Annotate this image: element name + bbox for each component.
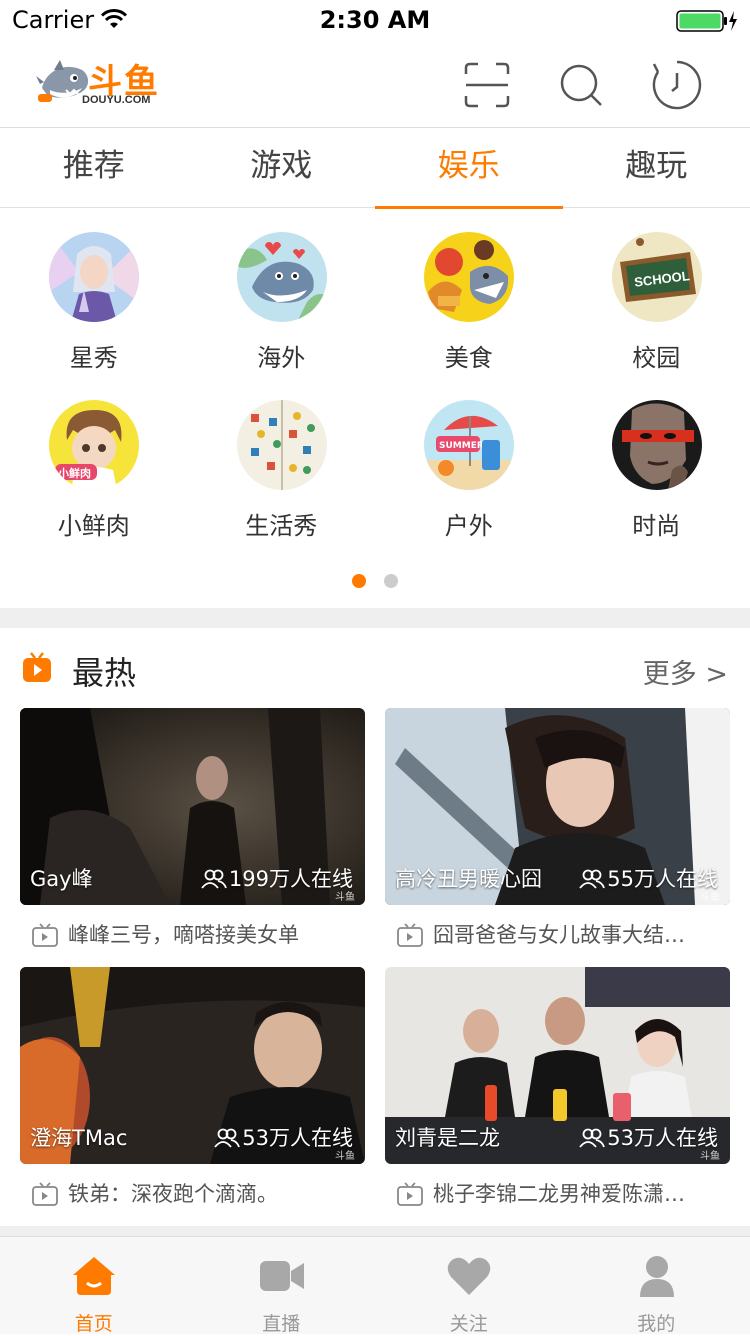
tv-icon (22, 652, 52, 684)
room-thumbnail[interactable]: 高冷丑男暖心囧 55万人在线 斗鱼 (385, 708, 730, 905)
room-thumbnail[interactable]: 刘青是二龙 53万人在线 斗鱼 (385, 967, 730, 1164)
category-label: 海外 (188, 338, 376, 373)
watermark: 斗鱼 (700, 888, 720, 903)
more-link[interactable]: 更多 > (643, 652, 728, 691)
summer-art-text: SUMMER (439, 441, 484, 451)
category-overseas[interactable]: 海外 (188, 232, 376, 382)
anchor-name: 澄海TMac (30, 1122, 127, 1152)
category-avatar (237, 400, 327, 490)
logo-domain: DOUYU.COM (82, 94, 150, 106)
people-icon (214, 1128, 240, 1148)
category-xiaoxianrou[interactable]: 小鲜肉 小鲜肉 (0, 400, 188, 550)
online-count: 199万人在线 (201, 863, 353, 893)
tv-outline-icon (32, 1182, 58, 1206)
category-food[interactable]: 美食 (375, 232, 563, 382)
scan-icon[interactable] (462, 60, 512, 110)
page-dot-active[interactable] (352, 574, 366, 588)
people-icon (579, 869, 605, 889)
category-avatar (237, 232, 327, 322)
user-icon (634, 1255, 680, 1297)
category-campus[interactable]: SCHOOL 校园 (563, 232, 750, 382)
online-count: 53万人在线 (579, 1122, 718, 1152)
category-outdoor[interactable]: SUMMER 户外 (375, 400, 563, 550)
room-title: 峰峰三号，嘀嗒接美女单 (32, 919, 362, 949)
anchor-name: 高冷丑男暖心囧 (395, 863, 542, 893)
room-title-text: 桃子李锦二龙男神爱陈潇… (433, 1182, 685, 1206)
tabbar-label: 首页 (0, 1309, 188, 1336)
section-divider (0, 1226, 750, 1236)
category-lifeshow[interactable]: 生活秀 (188, 400, 376, 550)
history-icon[interactable] (652, 60, 702, 110)
people-icon (201, 869, 227, 889)
battery-icon (676, 9, 738, 33)
bottom-tab-bar: 首页 直播 关注 我的 (0, 1236, 750, 1334)
online-count: 53万人在线 (214, 1122, 353, 1152)
room-title: 桃子李锦二龙男神爱陈潇… (397, 1178, 727, 1208)
category-avatar (612, 400, 702, 490)
heart-icon (446, 1255, 492, 1297)
tab-fun[interactable]: 趣玩 (563, 128, 750, 208)
watermark: 斗鱼 (335, 888, 355, 903)
category-avatar: SCHOOL (612, 232, 702, 322)
section-divider (0, 608, 750, 628)
tab-games[interactable]: 游戏 (188, 128, 376, 208)
online-count: 55万人在线 (579, 863, 718, 893)
category-tabs: 推荐 游戏 娱乐 趣玩 (0, 128, 750, 208)
room-title-text: 铁弟：深夜跑个滴滴。 (68, 1182, 278, 1206)
tv-outline-icon (397, 923, 423, 947)
category-label: 生活秀 (188, 506, 376, 541)
tabbar-home[interactable]: 首页 (0, 1237, 188, 1335)
anchor-name: Gay峰 (30, 863, 93, 893)
room-thumbnail[interactable]: Gay峰 199万人在线 斗鱼 (20, 708, 365, 905)
tabbar-live[interactable]: 直播 (188, 1237, 376, 1335)
tabbar-label: 直播 (188, 1309, 376, 1336)
category-fashion[interactable]: 时尚 (563, 400, 750, 550)
tab-recommend[interactable]: 推荐 (0, 128, 188, 208)
nav-bar: 斗鱼 DOUYU.COM (0, 40, 750, 128)
category-xingxiu[interactable]: 星秀 (0, 232, 188, 382)
page-dot[interactable] (384, 574, 398, 588)
tabbar-label: 我的 (563, 1309, 750, 1336)
room-title: 铁弟：深夜跑个滴滴。 (32, 1178, 362, 1208)
search-icon[interactable] (556, 60, 606, 110)
category-avatar: 小鲜肉 (49, 400, 139, 490)
room-thumbnail[interactable]: 澄海TMac 53万人在线 斗鱼 (20, 967, 365, 1164)
video-camera-icon (259, 1255, 305, 1297)
tv-outline-icon (397, 1182, 423, 1206)
douyu-logo[interactable]: 斗鱼 DOUYU.COM (36, 54, 162, 110)
category-avatar: SUMMER (424, 400, 514, 490)
room-title-text: 囧哥爸爸与女儿故事大结… (433, 923, 685, 947)
room-title-text: 峰峰三号，嘀嗒接美女单 (68, 923, 299, 947)
watermark: 斗鱼 (700, 1147, 720, 1162)
category-label: 时尚 (563, 506, 750, 541)
watermark: 斗鱼 (335, 1147, 355, 1162)
category-label: 校园 (563, 338, 750, 373)
category-label: 美食 (375, 338, 563, 373)
category-label: 星秀 (0, 338, 188, 373)
clock-label: 2:30 AM (0, 6, 750, 34)
status-bar: Carrier 2:30 AM (0, 0, 750, 40)
tv-outline-icon (32, 923, 58, 947)
tabbar-me[interactable]: 我的 (563, 1237, 750, 1335)
xiaoxianrou-art-text: 小鲜肉 (57, 466, 91, 480)
page-indicator (0, 574, 750, 588)
category-avatar (424, 232, 514, 322)
tabbar-label: 关注 (375, 1309, 563, 1336)
people-icon (579, 1128, 605, 1148)
category-label: 小鲜肉 (0, 506, 188, 541)
category-label: 户外 (375, 506, 563, 541)
room-title: 囧哥爸爸与女儿故事大结… (397, 919, 727, 949)
tabbar-follow[interactable]: 关注 (375, 1237, 563, 1335)
hot-section-header: 最热 更多 > (0, 628, 750, 708)
category-avatar (49, 232, 139, 322)
section-title: 最热 (72, 648, 136, 694)
tab-entertainment[interactable]: 娱乐 (375, 128, 563, 208)
home-icon (71, 1255, 117, 1297)
anchor-name: 刘青是二龙 (395, 1122, 500, 1152)
